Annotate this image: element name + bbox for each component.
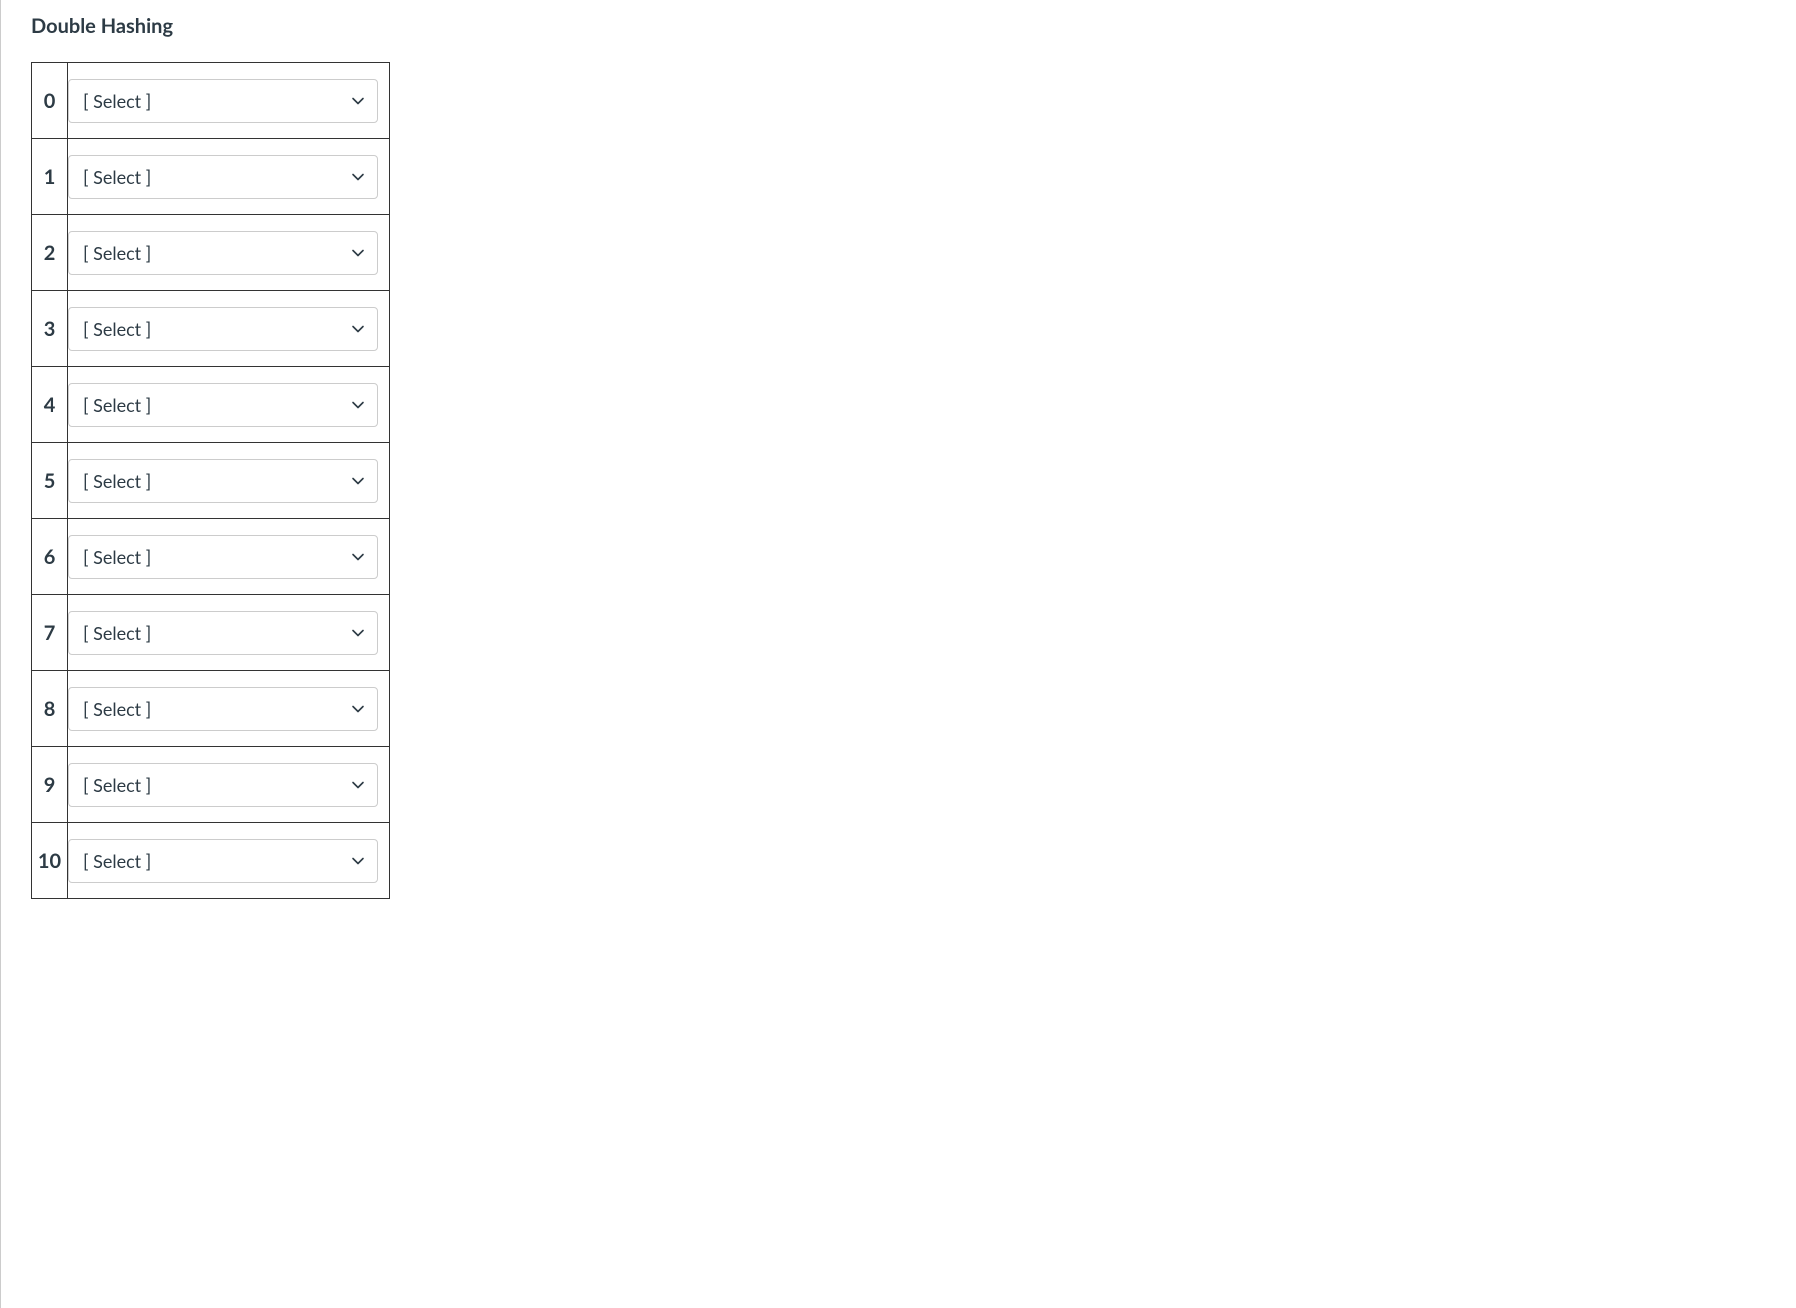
table-row: 1 [ Select ] bbox=[32, 139, 390, 215]
select-dropdown-1[interactable]: [ Select ] bbox=[68, 155, 378, 199]
select-cell: [ Select ] bbox=[68, 215, 390, 291]
select-dropdown-4[interactable]: [ Select ] bbox=[68, 383, 378, 427]
index-cell: 0 bbox=[32, 63, 68, 139]
index-cell: 1 bbox=[32, 139, 68, 215]
index-cell: 4 bbox=[32, 367, 68, 443]
table-row: 10 [ Select ] bbox=[32, 823, 390, 899]
table-row: 8 [ Select ] bbox=[32, 671, 390, 747]
select-dropdown-8[interactable]: [ Select ] bbox=[68, 687, 378, 731]
chevron-down-icon bbox=[351, 702, 365, 716]
table-row: 6 [ Select ] bbox=[32, 519, 390, 595]
select-dropdown-2[interactable]: [ Select ] bbox=[68, 231, 378, 275]
select-placeholder-label: [ Select ] bbox=[83, 546, 151, 568]
select-cell: [ Select ] bbox=[68, 747, 390, 823]
select-cell: [ Select ] bbox=[68, 367, 390, 443]
chevron-down-icon bbox=[351, 778, 365, 792]
section-title: Double Hashing bbox=[31, 14, 1796, 38]
select-dropdown-3[interactable]: [ Select ] bbox=[68, 307, 378, 351]
select-dropdown-9[interactable]: [ Select ] bbox=[68, 763, 378, 807]
chevron-down-icon bbox=[351, 322, 365, 336]
index-cell: 8 bbox=[32, 671, 68, 747]
index-cell: 7 bbox=[32, 595, 68, 671]
chevron-down-icon bbox=[351, 94, 365, 108]
table-row: 2 [ Select ] bbox=[32, 215, 390, 291]
select-placeholder-label: [ Select ] bbox=[83, 90, 151, 112]
select-cell: [ Select ] bbox=[68, 291, 390, 367]
select-placeholder-label: [ Select ] bbox=[83, 698, 151, 720]
chevron-down-icon bbox=[351, 474, 365, 488]
select-dropdown-7[interactable]: [ Select ] bbox=[68, 611, 378, 655]
select-dropdown-5[interactable]: [ Select ] bbox=[68, 459, 378, 503]
select-placeholder-label: [ Select ] bbox=[83, 774, 151, 796]
chevron-down-icon bbox=[351, 626, 365, 640]
index-cell: 5 bbox=[32, 443, 68, 519]
select-placeholder-label: [ Select ] bbox=[83, 850, 151, 872]
question-section: Double Hashing 0 [ Select ] 1 [ Select ] 2 [ … bbox=[0, 0, 1796, 1308]
table-row: 3 [ Select ] bbox=[32, 291, 390, 367]
select-cell: [ Select ] bbox=[68, 671, 390, 747]
select-cell: [ Select ] bbox=[68, 139, 390, 215]
select-cell: [ Select ] bbox=[68, 63, 390, 139]
select-cell: [ Select ] bbox=[68, 595, 390, 671]
select-dropdown-10[interactable]: [ Select ] bbox=[68, 839, 378, 883]
index-cell: 3 bbox=[32, 291, 68, 367]
chevron-down-icon bbox=[351, 550, 365, 564]
select-cell: [ Select ] bbox=[68, 443, 390, 519]
chevron-down-icon bbox=[351, 246, 365, 260]
select-placeholder-label: [ Select ] bbox=[83, 166, 151, 188]
table-row: 9 [ Select ] bbox=[32, 747, 390, 823]
index-cell: 6 bbox=[32, 519, 68, 595]
select-placeholder-label: [ Select ] bbox=[83, 242, 151, 264]
index-cell: 2 bbox=[32, 215, 68, 291]
chevron-down-icon bbox=[351, 398, 365, 412]
index-cell: 10 bbox=[32, 823, 68, 899]
index-cell: 9 bbox=[32, 747, 68, 823]
hash-table: 0 [ Select ] 1 [ Select ] 2 [ Select ] 3 [ Sele… bbox=[31, 62, 390, 899]
select-placeholder-label: [ Select ] bbox=[83, 622, 151, 644]
table-row: 0 [ Select ] bbox=[32, 63, 390, 139]
select-placeholder-label: [ Select ] bbox=[83, 470, 151, 492]
table-row: 5 [ Select ] bbox=[32, 443, 390, 519]
select-cell: [ Select ] bbox=[68, 823, 390, 899]
chevron-down-icon bbox=[351, 170, 365, 184]
hash-table-body: 0 [ Select ] 1 [ Select ] 2 [ Select ] 3 [ Sele… bbox=[32, 63, 390, 899]
select-placeholder-label: [ Select ] bbox=[83, 318, 151, 340]
select-placeholder-label: [ Select ] bbox=[83, 394, 151, 416]
select-cell: [ Select ] bbox=[68, 519, 390, 595]
table-row: 7 [ Select ] bbox=[32, 595, 390, 671]
table-row: 4 [ Select ] bbox=[32, 367, 390, 443]
chevron-down-icon bbox=[351, 854, 365, 868]
select-dropdown-0[interactable]: [ Select ] bbox=[68, 79, 378, 123]
select-dropdown-6[interactable]: [ Select ] bbox=[68, 535, 378, 579]
